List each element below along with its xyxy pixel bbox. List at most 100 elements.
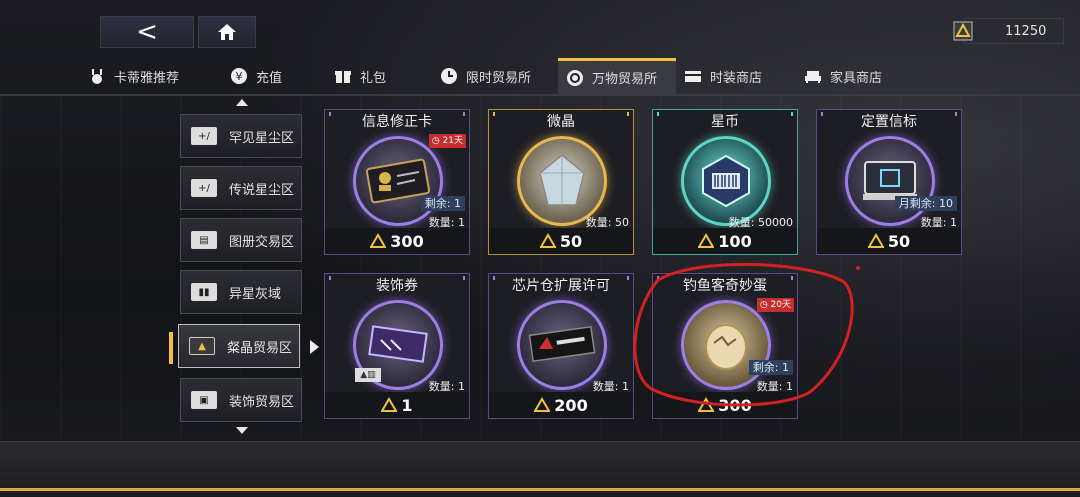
tab-label: 卡蒂雅推荐	[114, 70, 180, 86]
crystal-icon	[953, 21, 973, 41]
tab-label: 限时贸易所	[466, 70, 532, 86]
category-rare-stardust[interactable]: +/ 罕见星尘区	[180, 114, 302, 158]
decor-icon: ▣	[191, 391, 217, 409]
item-orb	[517, 300, 607, 390]
item-title: 钓鱼客奇妙蛋	[683, 278, 767, 294]
item-price: 300	[390, 231, 424, 251]
tab-label: 万物贸易所	[592, 72, 658, 87]
tab-label: 时装商店	[710, 70, 763, 86]
item-orb	[353, 136, 443, 226]
tab-label: 家具商店	[830, 70, 883, 86]
item-title: 装饰券	[376, 278, 418, 294]
gift-icon	[334, 67, 352, 85]
item-title: 定置信标	[861, 114, 917, 130]
shop-tabs: 卡蒂雅推荐 ¥ 充值 礼包 限时贸易所 万物贸易所 时装商店 家具商店	[80, 58, 906, 94]
category-label: 粲晶贸易区	[227, 340, 293, 356]
back-button[interactable]: <	[100, 16, 194, 48]
tab-furniture-shop[interactable]: 家具商店	[796, 58, 906, 94]
category-album-trade[interactable]: ▤ 图册交易区	[180, 218, 302, 262]
time-limit-text: 20天	[770, 300, 791, 310]
decor-ticket-icon	[368, 325, 428, 363]
price-bar: 50	[817, 228, 961, 254]
category-label: 传说星尘区	[229, 182, 295, 198]
tab-katya-recommend[interactable]: 卡蒂雅推荐	[80, 58, 222, 94]
crystal-icon	[539, 233, 556, 248]
active-category-marker	[169, 332, 173, 364]
grey-zone-icon: ▮▮	[191, 283, 217, 301]
item-orb	[845, 136, 935, 226]
category-label: 异星灰域	[229, 286, 282, 302]
stardust-icon: +/	[191, 179, 217, 197]
clock-icon: ◷	[431, 136, 443, 146]
item-price: 50	[887, 231, 911, 251]
item-title: 信息修正卡	[362, 114, 432, 130]
price-bar: 1	[325, 392, 469, 418]
remaining-badge: 剩余: 1	[420, 196, 465, 211]
egg-icon	[705, 324, 747, 370]
category-alien-grey-zone[interactable]: ▮▮ 异星灰域	[180, 270, 302, 314]
crystal-icon	[698, 233, 715, 248]
tab-gift-pack[interactable]: 礼包	[326, 58, 432, 94]
active-category-pointer-icon	[310, 340, 319, 354]
category-decor-trade[interactable]: ▣ 装饰贸易区	[180, 378, 302, 422]
item-title: 微晶	[547, 114, 575, 130]
album-icon: ▤	[191, 231, 217, 249]
item-price: 300	[718, 395, 752, 415]
decor-badge-icon: ▲▥	[355, 368, 381, 382]
price-bar: 50	[489, 228, 633, 254]
star-coin-icon	[702, 154, 750, 208]
scroll-down-icon[interactable]	[236, 427, 248, 434]
price-bar: 300	[325, 228, 469, 254]
item-card[interactable]: 信息修正卡 ◷ 21天 剩余: 1 数量: 1 300	[324, 109, 470, 255]
sofa-icon	[804, 67, 822, 85]
remaining-badge: 剩余: 1	[748, 360, 793, 375]
remaining-badge: 月剩余: 10	[894, 196, 957, 211]
item-title: 芯片仓扩展许可	[512, 278, 610, 294]
home-button[interactable]	[198, 16, 256, 48]
item-price: 1	[401, 395, 413, 415]
crystal-icon	[381, 397, 398, 412]
currency-value: 11250	[1005, 23, 1047, 39]
svg-text:¥: ¥	[236, 70, 243, 83]
yen-icon: ¥	[230, 67, 248, 85]
item-card[interactable]: 微晶 数量: 50 50	[488, 109, 634, 255]
crystal-icon	[698, 397, 715, 412]
cycle-trade-icon	[566, 69, 584, 87]
tab-fashion-shop[interactable]: 时装商店	[676, 58, 796, 94]
item-orb	[517, 136, 607, 226]
clock-trade-icon	[440, 67, 458, 85]
item-orb	[681, 136, 771, 226]
item-card[interactable]: 钓鱼客奇妙蛋 ◷ 20天 剩余: 1 数量: 1 300	[652, 273, 798, 419]
tab-label: 充值	[256, 70, 283, 86]
tab-universal-trade[interactable]: 万物贸易所	[558, 58, 676, 94]
item-card[interactable]: 星币 数量: 50000 100	[652, 109, 798, 255]
tab-limited-trade[interactable]: 限时贸易所	[432, 58, 558, 94]
microcrystal-icon	[539, 154, 585, 206]
crystal-icon	[867, 233, 884, 248]
crystal-icon: ▲	[189, 337, 215, 355]
category-label: 装饰贸易区	[229, 394, 295, 410]
item-orb	[681, 300, 771, 390]
rabbit-icon	[88, 67, 106, 85]
tab-recharge[interactable]: ¥ 充值	[222, 58, 326, 94]
item-card[interactable]: 定置信标 月剩余: 10 数量: 1 50	[816, 109, 962, 255]
home-icon	[218, 24, 236, 40]
price-bar: 300	[653, 392, 797, 418]
scroll-up-icon[interactable]	[236, 99, 248, 106]
crystal-icon	[534, 397, 551, 412]
bottom-accent-line	[0, 488, 1080, 491]
clock-icon: ◷	[759, 300, 771, 310]
back-icon: <	[136, 17, 158, 47]
item-card[interactable]: 装饰券 ▲▥ 数量: 1 1	[324, 273, 470, 419]
chip-license-icon	[528, 325, 596, 363]
tab-divider	[0, 94, 1080, 96]
time-limit-text: 21天	[442, 136, 463, 146]
tab-label: 礼包	[360, 70, 387, 86]
category-crystal-trade[interactable]: ▲ 粲晶贸易区	[178, 324, 300, 368]
price-bar: 200	[489, 392, 633, 418]
item-card[interactable]: 芯片仓扩展许可 数量: 1 200	[488, 273, 634, 419]
currency-display[interactable]: 11250	[953, 18, 1064, 44]
time-limit-badge: ◷ 21天	[428, 134, 466, 148]
item-price: 100	[718, 231, 752, 251]
category-legend-stardust[interactable]: +/ 传说星尘区	[180, 166, 302, 210]
